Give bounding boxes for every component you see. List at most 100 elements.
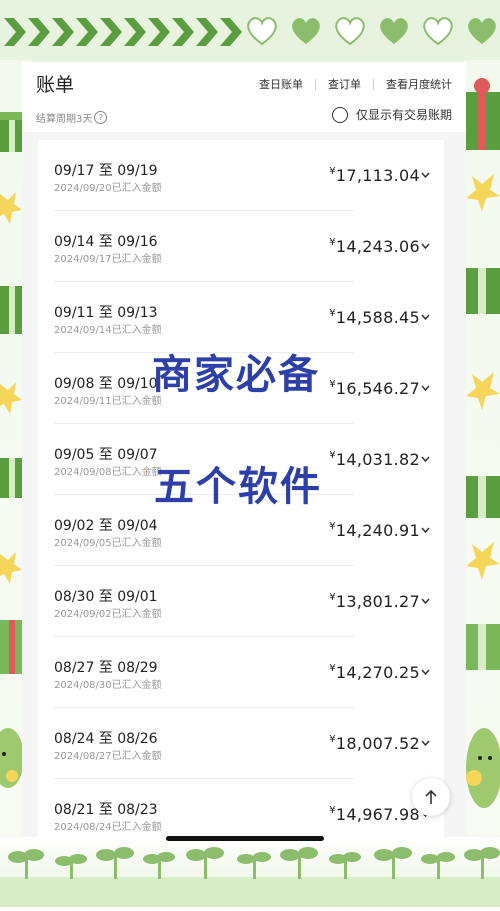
- bill-amount: ¥18,007.52: [329, 734, 420, 753]
- bill-amount: ¥17,113.04: [329, 166, 420, 185]
- star-icon: [0, 382, 22, 414]
- pea-character-icon: [466, 728, 500, 808]
- bill-period: 09/02 至 09/04: [54, 518, 158, 534]
- currency-symbol: ¥: [329, 663, 336, 674]
- bill-settled-date: 2024/08/24已汇入金额: [54, 822, 162, 833]
- chevron-down-icon[interactable]: [421, 385, 430, 391]
- gift-icon: [464, 476, 500, 518]
- chevron-down-icon[interactable]: [421, 669, 430, 675]
- bill-amount-value: 14,967.98: [335, 805, 420, 824]
- bill-amount-value: 14,243.06: [335, 237, 420, 256]
- star-icon: [466, 542, 500, 580]
- bill-row[interactable]: 09/11 至 09/13 2024/09/14已汇入金额 ¥14,588.45: [38, 282, 444, 353]
- currency-symbol: ¥: [329, 308, 336, 319]
- bill-row[interactable]: 08/24 至 08/26 2024/08/27已汇入金额 ¥18,007.52: [38, 708, 444, 779]
- bill-row[interactable]: 09/05 至 09/07 2024/09/08已汇入金额 ¥14,031.82: [38, 424, 444, 495]
- bill-amount: ¥14,588.45: [329, 308, 420, 327]
- question-icon[interactable]: ?: [94, 111, 108, 124]
- gift-icon: [0, 620, 24, 674]
- currency-symbol: ¥: [329, 592, 336, 603]
- bill-amount-value: 14,270.25: [335, 663, 420, 682]
- currency-symbol: ¥: [329, 379, 336, 390]
- heart-border: [244, 14, 500, 46]
- bill-settled-date: 2024/09/14已汇入金额: [54, 325, 162, 336]
- sprout-border: [0, 847, 500, 907]
- bill-amount: ¥14,031.82: [329, 450, 420, 469]
- star-icon: [466, 372, 500, 410]
- bill-amount-value: 14,588.45: [335, 308, 420, 327]
- gift-icon: [0, 458, 24, 498]
- chevron-down-icon[interactable]: [421, 456, 430, 462]
- bill-amount-value: 14,240.91: [335, 521, 420, 540]
- bill-amount-value: 14,031.82: [335, 450, 420, 469]
- bill-period: 09/14 至 09/16: [54, 234, 158, 250]
- bill-amount-value: 18,007.52: [335, 734, 420, 753]
- radio-button[interactable]: [331, 106, 348, 123]
- bill-amount-value: 16,546.27: [335, 379, 420, 398]
- bill-row[interactable]: 09/02 至 09/04 2024/09/05已汇入金额 ¥14,240.91: [38, 495, 444, 566]
- settlement-cycle-label: 结算周期3天: [36, 114, 93, 125]
- heart-icon: [380, 18, 408, 44]
- gift-icon: [464, 268, 500, 314]
- bill-period: 08/21 至 08/23: [54, 802, 158, 818]
- pea-character-icon: [0, 728, 24, 788]
- settlement-cycle: 结算周期3天 ?: [36, 110, 108, 125]
- bill-settled-date: 2024/09/08已汇入金额: [54, 467, 162, 478]
- bill-amount: ¥14,270.25: [329, 663, 420, 682]
- heart-icon: [247, 17, 277, 46]
- bill-amount: ¥14,240.91: [329, 521, 420, 540]
- chevron-down-icon[interactable]: [421, 740, 430, 746]
- currency-symbol: ¥: [329, 450, 336, 461]
- bill-row[interactable]: 08/27 至 08/29 2024/08/30已汇入金额 ¥14,270.25: [38, 637, 444, 708]
- gift-icon: [0, 286, 24, 334]
- currency-symbol: ¥: [329, 237, 336, 248]
- only-trading-label: 仅显示有交易账期: [355, 108, 452, 122]
- decorative-frame-top: [0, 0, 500, 68]
- bill-amount: ¥13,801.27: [329, 592, 420, 611]
- scroll-top-button[interactable]: [412, 778, 450, 816]
- link-monthly-stats[interactable]: 查看月度统计: [386, 76, 452, 92]
- arrow-up-icon: [425, 789, 437, 804]
- only-trading-toggle[interactable]: 仅显示有交易账期: [331, 106, 452, 123]
- chevron-down-icon[interactable]: [421, 527, 430, 533]
- heart-icon: [423, 17, 453, 46]
- chevron-down-icon[interactable]: [421, 598, 430, 604]
- bill-row[interactable]: 09/14 至 09/16 2024/09/17已汇入金额 ¥14,243.06: [38, 211, 444, 282]
- star-icon: [466, 174, 500, 212]
- bill-settled-date: 2024/09/17已汇入金额: [54, 254, 162, 265]
- chevron-down-icon[interactable]: [421, 172, 430, 178]
- currency-symbol: ¥: [329, 805, 336, 816]
- bill-settled-date: 2024/08/27已汇入金额: [54, 751, 162, 762]
- bill-amount-value: 17,113.04: [335, 166, 420, 185]
- chevron-down-icon[interactable]: [421, 243, 430, 249]
- chevron-down-icon[interactable]: [421, 314, 430, 320]
- chevron-border: [4, 18, 242, 46]
- bill-period: 08/27 至 08/29: [54, 660, 158, 676]
- star-icon: [0, 192, 22, 224]
- heart-icon: [292, 18, 320, 44]
- bill-period: 09/17 至 09/19: [54, 163, 158, 179]
- bill-period: 09/11 至 09/13: [54, 305, 158, 321]
- bill-settled-date: 2024/08/30已汇入金额: [54, 680, 162, 691]
- link-orders[interactable]: 查订单: [328, 76, 361, 92]
- bill-amount: ¥14,243.06: [329, 237, 420, 256]
- bill-amount: ¥14,967.98: [329, 805, 420, 824]
- decorative-frame-bottom: [0, 837, 500, 907]
- heart-icon: [335, 17, 365, 46]
- bill-row[interactable]: 08/21 至 08/23 2024/08/24已汇入金额 ¥14,967.98: [38, 779, 444, 840]
- heart-icon: [468, 18, 496, 44]
- bill-settled-date: 2024/09/20已汇入金额: [54, 183, 162, 194]
- bill-period: 08/24 至 08/26: [54, 731, 158, 747]
- bill-period: 09/05 至 09/07: [54, 447, 158, 463]
- gift-icon: [0, 112, 24, 152]
- bill-row[interactable]: 09/08 至 09/10 2024/09/11已汇入金额 ¥16,546.27: [38, 353, 444, 424]
- bill-row[interactable]: 09/17 至 09/19 2024/09/20已汇入金额 ¥17,113.04: [38, 140, 444, 211]
- bill-amount: ¥16,546.27: [329, 379, 420, 398]
- bill-row[interactable]: 08/30 至 09/01 2024/09/02已汇入金额 ¥13,801.27: [38, 566, 444, 637]
- link-daily-bill[interactable]: 查日账单: [259, 76, 303, 92]
- currency-symbol: ¥: [329, 166, 336, 177]
- currency-symbol: ¥: [329, 521, 336, 532]
- header-links: 查日账单 查订单 查看月度统计: [259, 76, 452, 92]
- bill-settled-date: 2024/09/05已汇入金额: [54, 538, 162, 549]
- bill-list: 09/17 至 09/19 2024/09/20已汇入金额 ¥17,113.04…: [38, 140, 444, 840]
